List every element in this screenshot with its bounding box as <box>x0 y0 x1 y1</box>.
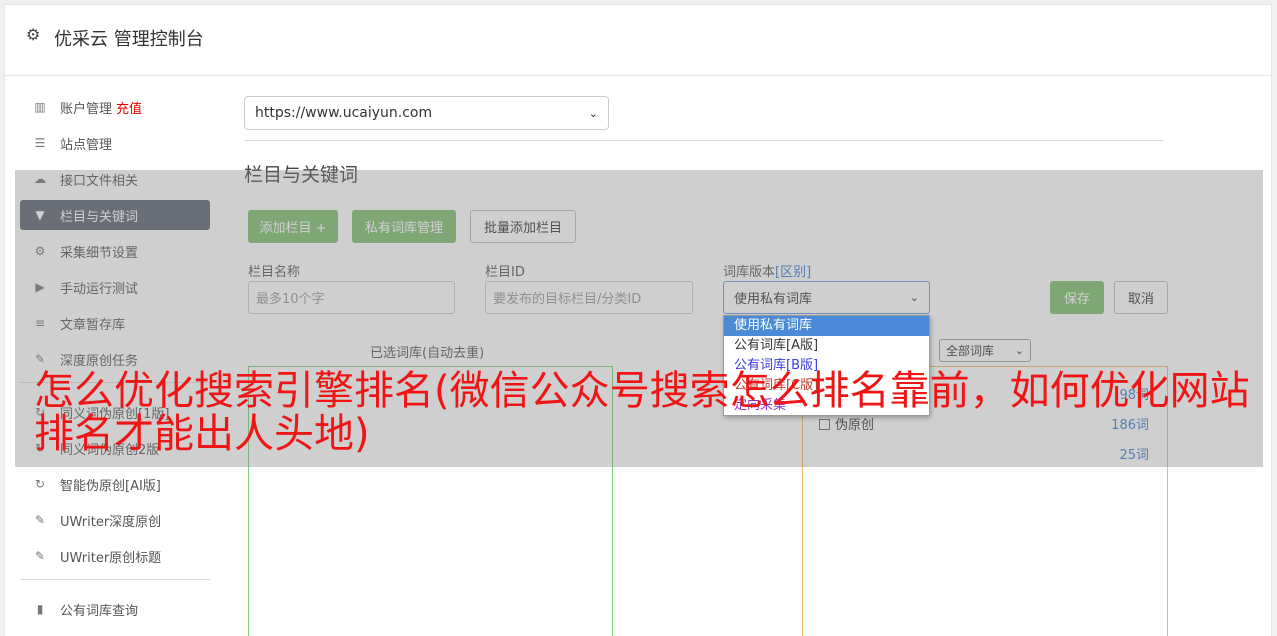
dropdown-option-public-a[interactable]: 公有词库[A版] <box>724 336 929 356</box>
sidebar-item-uwriter-deep[interactable]: ✎ UWriter深度原创 <box>20 505 210 535</box>
sidebar-item-uwriter-title[interactable]: ✎ UWriter原创标题 <box>20 541 210 571</box>
sidebar-item-label: UWriter深度原创 <box>60 514 162 530</box>
sidebar-item-label: 账户管理 <box>60 101 113 117</box>
page-title: 优采云 管理控制台 <box>54 29 204 50</box>
sidebar-item-label: 智能伪原创[AI版] <box>60 478 161 494</box>
edit-icon: ✎ <box>34 549 46 563</box>
sidebar-item-ai-rewrite[interactable]: ↻ 智能伪原创[AI版] <box>20 469 210 499</box>
refresh-icon: ↻ <box>34 477 46 491</box>
server-icon: ☰ <box>34 136 46 150</box>
recharge-link[interactable]: 充值 <box>116 98 142 117</box>
book-icon: ▮ <box>36 602 44 616</box>
sidebar-item-label: 公有词库查询 <box>60 603 139 619</box>
header: ⚙ 优采云 管理控制台 <box>5 5 1271 76</box>
sidebar-item-label: UWriter原创标题 <box>60 550 162 566</box>
divider <box>244 140 1164 141</box>
sidebar-item-sites[interactable]: ☰ 站点管理 <box>20 128 210 158</box>
chevron-down-icon: ⌄ <box>588 106 598 120</box>
gear-icon: ⚙ <box>26 25 41 44</box>
sidebar-divider <box>20 579 210 580</box>
edit-icon: ✎ <box>34 513 46 527</box>
bar-chart-icon: ▥ <box>34 100 46 114</box>
dropdown-option-private[interactable]: 使用私有词库 <box>724 316 929 336</box>
sidebar-item-label: 站点管理 <box>60 137 113 153</box>
site-select[interactable]: https://www.ucaiyun.com ⌄ <box>244 96 609 130</box>
sidebar-item-account[interactable]: ▥ 账户管理 充值 <box>20 92 210 122</box>
site-select-value: https://www.ucaiyun.com <box>255 105 433 121</box>
sidebar-item-public-lib[interactable]: ▮ 公有词库查询 <box>20 594 210 624</box>
overlay-headline: 怎么优化搜索引擎排名(微信公众号搜索怎么排名靠前，如何优化网站排名才能出人头地) <box>34 368 1250 457</box>
